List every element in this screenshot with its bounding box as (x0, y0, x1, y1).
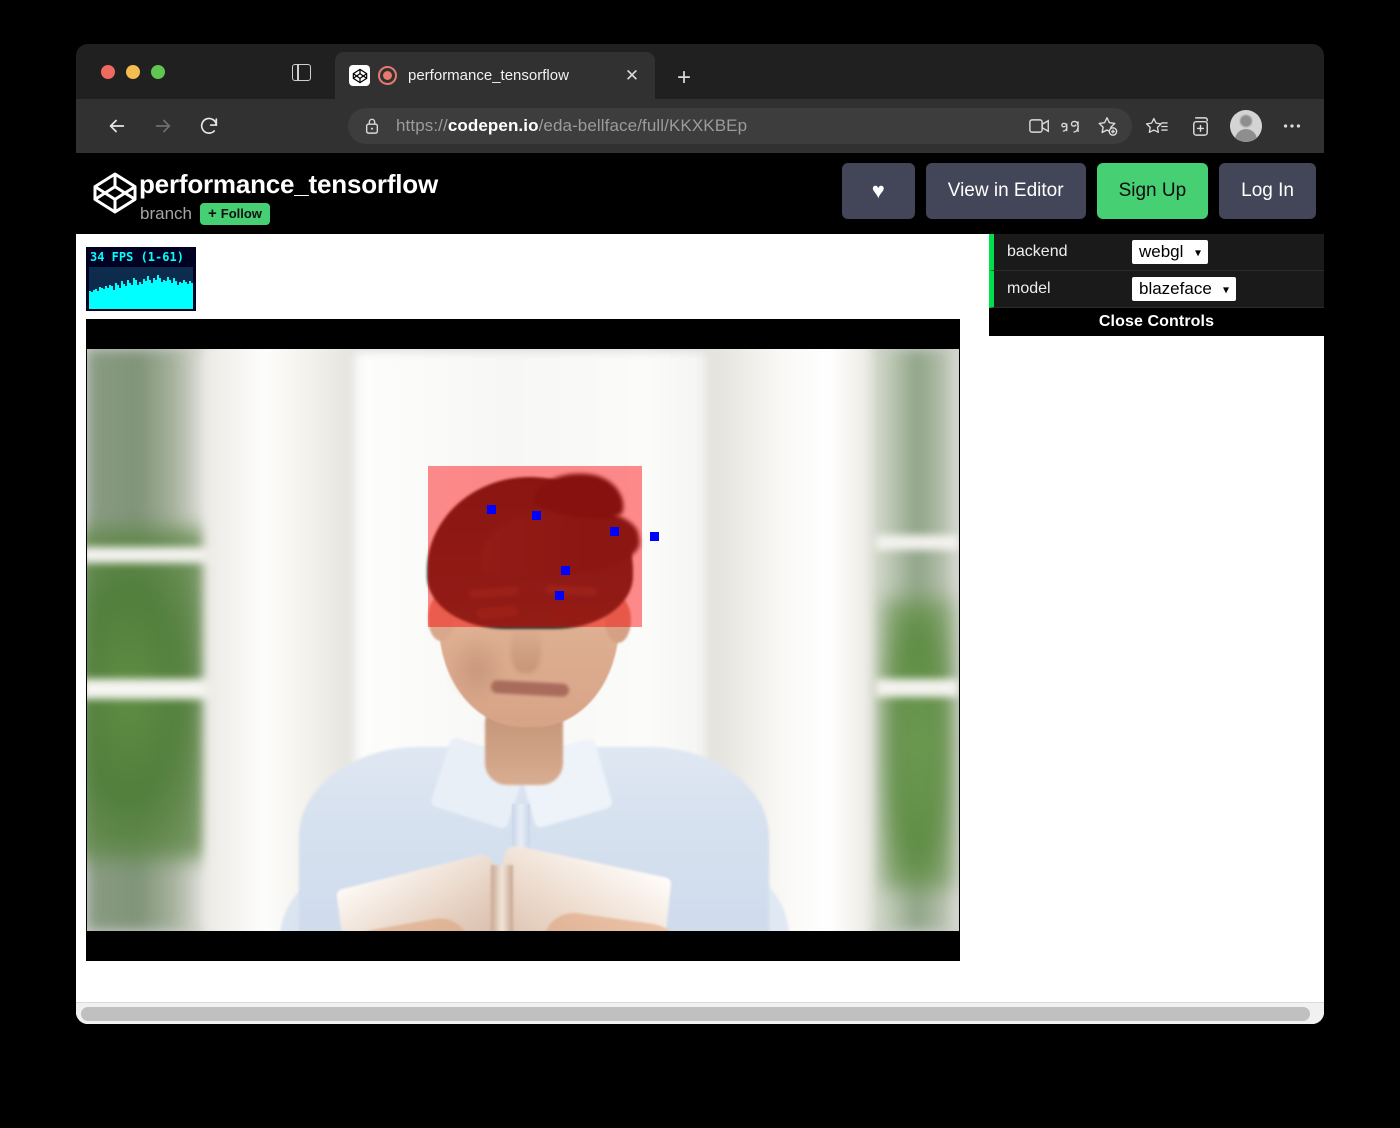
toolbar-right-icons (1136, 106, 1312, 146)
fps-graph (89, 267, 193, 309)
gui-row-backend: backend webgl ▾ (989, 234, 1324, 271)
translate-icon[interactable] (1056, 111, 1090, 141)
heart-icon: ♥ (871, 178, 885, 203)
model-label: model (1007, 280, 1051, 297)
tab-sidebar-toggle-icon[interactable] (286, 59, 316, 85)
gui-row-model: model blazeface ▾ (989, 271, 1324, 308)
browser-window: performance_tensorflow ✕ + https://codep… (76, 44, 1324, 1024)
codepen-header: performance_tensorflow branch + Follow ♥… (76, 153, 1324, 234)
window-traffic-lights (101, 65, 165, 79)
face-landmark-nose-tip (610, 527, 619, 536)
face-landmark-right-ear (650, 532, 659, 541)
face-landmark-mouth (561, 566, 570, 575)
codepen-favicon-icon (349, 65, 370, 86)
log-in-button[interactable]: Log In (1219, 163, 1316, 219)
browser-tab[interactable]: performance_tensorflow ✕ (335, 52, 655, 99)
pen-branch-label: branch (140, 204, 192, 223)
backend-select[interactable]: webgl (1132, 239, 1208, 265)
backend-select-wrap[interactable]: webgl ▾ (1132, 239, 1208, 265)
view-in-editor-button[interactable]: View in Editor (925, 163, 1086, 219)
tab-strip: performance_tensorflow ✕ + (76, 44, 1324, 99)
page-viewport: performance_tensorflow branch + Follow ♥… (76, 153, 1324, 1024)
fps-stats-panel[interactable]: 34 FPS (1-61) (86, 247, 196, 311)
backend-label: backend (1007, 243, 1068, 260)
new-tab-button[interactable]: + (670, 64, 698, 92)
sidebar-glyph-icon (291, 63, 311, 81)
fps-graph-bars (89, 267, 193, 309)
close-window-button[interactable] (101, 65, 115, 79)
model-select-wrap[interactable]: blazeface ▾ (1132, 276, 1236, 302)
back-button[interactable] (98, 107, 136, 145)
profile-avatar-icon[interactable] (1230, 110, 1262, 142)
face-landmark-chin (555, 591, 564, 600)
fps-bar (191, 282, 193, 309)
person-reading-book (87, 349, 959, 931)
tab-title: performance_tensorflow (408, 67, 569, 84)
close-controls-button[interactable]: Close Controls (989, 308, 1324, 336)
pen-subtitle-row: branch + Follow (140, 203, 270, 225)
forward-button[interactable] (144, 107, 182, 145)
pen-result-area: 34 FPS (1-61) backend webgl ▾ model blaz… (76, 234, 1324, 1024)
face-landmark-left-eye (532, 511, 541, 520)
add-favorite-icon[interactable] (1090, 111, 1124, 141)
video-stage (86, 319, 960, 961)
address-bar[interactable]: https://codepen.io/eda-bellface/full/KKX… (348, 108, 1132, 144)
webcam-video-frame (87, 349, 959, 931)
follow-button-label: Follow (220, 206, 262, 221)
minimize-window-button[interactable] (126, 65, 140, 79)
model-select[interactable]: blazeface (1132, 276, 1236, 302)
face-detection-box (428, 466, 659, 627)
sign-up-button[interactable]: Sign Up (1096, 163, 1209, 219)
plus-icon: + (207, 205, 217, 222)
favorites-icon[interactable] (1136, 106, 1176, 146)
follow-button[interactable]: + Follow (199, 203, 270, 225)
dat-gui-controls: backend webgl ▾ model blazeface ▾ Close … (989, 234, 1324, 336)
horizontal-scrollbar-thumb[interactable] (81, 1007, 1310, 1021)
screen-capture-icon[interactable] (1022, 111, 1056, 141)
browser-toolbar: https://codepen.io/eda-bellface/full/KKX… (76, 99, 1324, 153)
pen-title: performance_tensorflow (139, 169, 439, 199)
more-settings-icon[interactable] (1272, 106, 1312, 146)
face-landmark-right-eye (487, 505, 496, 514)
tab-record-indicator-icon (378, 66, 397, 85)
lock-icon (364, 117, 382, 135)
scene-photo (87, 349, 959, 931)
fps-label: 34 FPS (1-61) (90, 250, 184, 264)
maximize-window-button[interactable] (151, 65, 165, 79)
horizontal-scrollbar[interactable] (76, 1002, 1324, 1024)
codepen-logo-icon[interactable] (91, 169, 139, 217)
close-tab-icon[interactable]: ✕ (621, 65, 643, 87)
pen-action-buttons: ♥ View in Editor Sign Up Log In (841, 163, 1316, 219)
collections-icon[interactable] (1180, 106, 1220, 146)
url-text: https://codepen.io/eda-bellface/full/KKX… (396, 116, 748, 135)
love-button[interactable]: ♥ (841, 163, 915, 219)
reload-button[interactable] (190, 107, 228, 145)
